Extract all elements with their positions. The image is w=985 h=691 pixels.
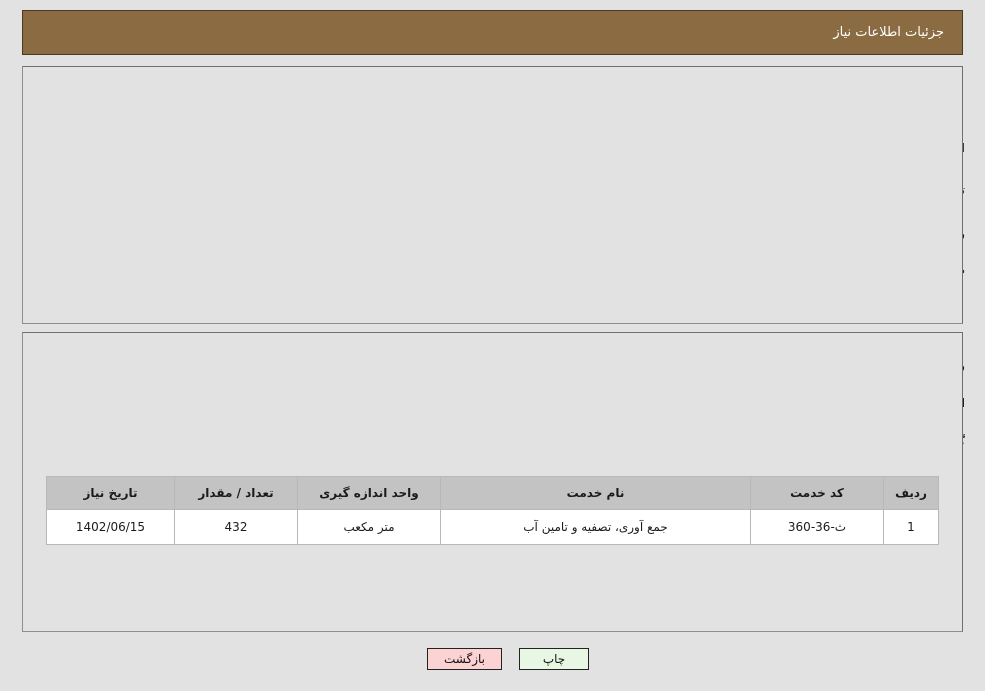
th-need-date: تاریخ نیاز bbox=[46, 476, 175, 510]
cell-need-date: 1402/06/15 bbox=[46, 509, 175, 545]
page-title: جزئیات اطلاعات نیاز bbox=[833, 25, 944, 40]
cell-row: 1 bbox=[883, 509, 939, 545]
th-quantity: تعداد / مقدار bbox=[174, 476, 298, 510]
th-row: ردیف bbox=[883, 476, 939, 510]
cell-code: ث-36-360 bbox=[750, 509, 884, 545]
th-unit: واحد اندازه گیری bbox=[297, 476, 441, 510]
table-header-row: ردیف کد خدمت نام خدمت واحد اندازه گیری ت… bbox=[46, 476, 939, 510]
need-info-panel bbox=[22, 66, 963, 324]
print-button[interactable]: چاپ bbox=[519, 648, 589, 670]
cell-name: جمع آوری، تصفیه و تامین آب bbox=[440, 509, 751, 545]
services-table: ردیف کد خدمت نام خدمت واحد اندازه گیری ت… bbox=[46, 476, 939, 545]
cell-unit: متر مکعب bbox=[297, 509, 441, 545]
need-details-page: T ender .net جزئیات اطلاعات نیاز شماره ن… bbox=[0, 0, 985, 691]
th-code: کد خدمت bbox=[750, 476, 884, 510]
cell-quantity: 432 bbox=[174, 509, 298, 545]
page-header: جزئیات اطلاعات نیاز bbox=[22, 10, 963, 55]
table-row[interactable]: 1 ث-36-360 جمع آوری، تصفیه و تامین آب مت… bbox=[46, 509, 939, 545]
back-button[interactable]: بازگشت bbox=[427, 648, 502, 670]
th-name: نام خدمت bbox=[440, 476, 751, 510]
